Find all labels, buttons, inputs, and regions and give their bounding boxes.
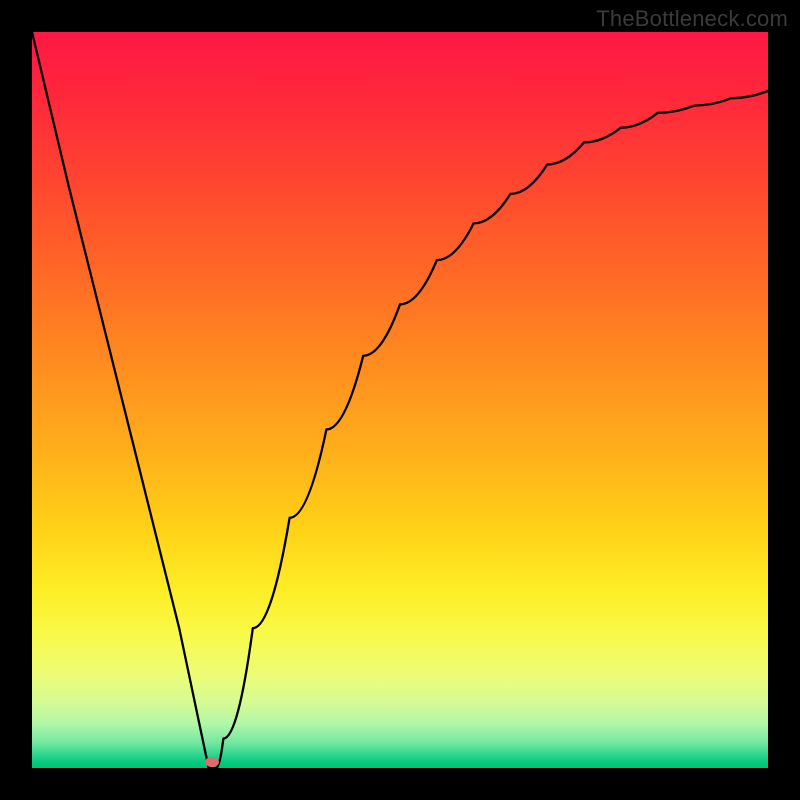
chart-frame: TheBottleneck.com — [0, 0, 800, 800]
bottleneck-curve — [32, 32, 768, 768]
curve-minimum-marker — [205, 757, 219, 767]
attribution-label: TheBottleneck.com — [596, 6, 788, 32]
plot-area — [32, 32, 768, 768]
